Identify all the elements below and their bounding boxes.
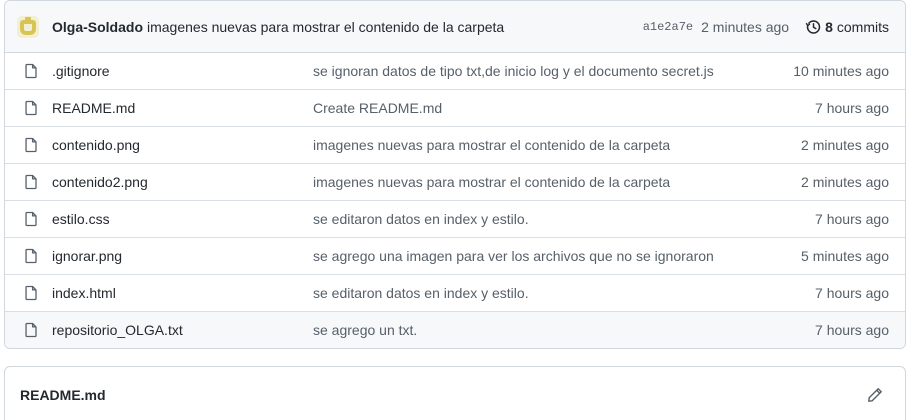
file-commit-age: 7 hours ago [815,211,889,227]
file-commit-message-link[interactable]: se editaron datos en index y estilo. [313,211,529,227]
avatar[interactable] [17,15,39,38]
file-icon [25,174,37,190]
file-commit-message-link[interactable]: se agrego una imagen para ver los archiv… [313,248,714,264]
file-commit-message-link[interactable]: Create README.md [313,100,442,116]
file-row: repositorio_OLGA.txt se agrego un txt. 7 h… [5,311,905,348]
file-icon [25,211,37,227]
commits-history-link[interactable]: 8 commits [805,19,889,35]
file-commit-age: 2 minutes ago [801,174,889,190]
file-icon [25,137,37,153]
commit-sha-link[interactable]: a1e2a7e [643,20,693,34]
file-icon [25,248,37,264]
file-row: contenido.png imagenes nuevas para mostra… [5,126,905,163]
file-icon [25,322,37,338]
history-icon [805,19,821,34]
file-commit-age: 7 hours ago [815,100,889,116]
readme-box: README.md [4,366,906,420]
file-name-link[interactable]: estilo.css [52,211,110,227]
file-commit-message-link[interactable]: imagenes nuevas para mostrar el contenid… [313,174,670,190]
file-row: index.html se editaron datos en index y e… [5,274,905,311]
file-row: README.md Create README.md 7 hours ago [5,89,905,126]
file-commit-message-link[interactable]: imagenes nuevas para mostrar el contenid… [313,137,670,153]
file-commit-message-link[interactable]: se editaron datos en index y estilo. [313,285,529,301]
file-name-link[interactable]: .gitignore [52,63,110,79]
file-commit-age: 7 hours ago [815,285,889,301]
file-name-link[interactable]: contenido2.png [52,174,148,190]
file-icon [25,100,37,116]
commit-count-label: commits [836,18,889,35]
file-icon [25,285,37,301]
file-commit-age: 7 hours ago [815,322,889,338]
file-name-link[interactable]: repositorio_OLGA.txt [52,322,183,338]
file-browser: Olga-Soldado imagenes nuevas para mostra… [4,0,906,349]
commit-meta: a1e2a7e 2 minutes ago 8 commits [643,19,889,35]
latest-commit-bar: Olga-Soldado imagenes nuevas para mostra… [5,1,905,53]
file-name-link[interactable]: contenido.png [52,137,140,153]
commit-message-link[interactable]: imagenes nuevas para mostrar el contenid… [147,19,504,35]
file-commit-message-link[interactable]: se ignoran datos de tipo txt,de inicio l… [313,63,714,79]
file-name-link[interactable]: README.md [52,100,135,116]
file-row: contenido2.png imagenes nuevas para mostr… [5,163,905,200]
file-commit-message-link[interactable]: se agrego un txt. [313,322,417,338]
file-row: estilo.css se editaron datos en index y e… [5,200,905,237]
readme-title[interactable]: README.md [20,387,106,403]
file-row: .gitignore se ignoran datos de tipo txt,d… [5,53,905,89]
file-commit-age: 10 minutes ago [793,63,889,79]
file-commit-age: 2 minutes ago [801,137,889,153]
file-commit-age: 5 minutes ago [801,248,889,264]
file-icon [25,63,37,79]
file-name-link[interactable]: ignorar.png [52,248,122,264]
commit-author-link[interactable]: Olga-Soldado [52,19,143,35]
file-list: .gitignore se ignoran datos de tipo txt,d… [5,53,905,348]
pencil-icon[interactable] [867,387,883,403]
commit-count: 8 [825,18,833,35]
file-name-link[interactable]: index.html [52,285,116,301]
commit-time: 2 minutes ago [701,18,790,35]
file-row: ignorar.png se agrego una imagen para ver… [5,237,905,274]
